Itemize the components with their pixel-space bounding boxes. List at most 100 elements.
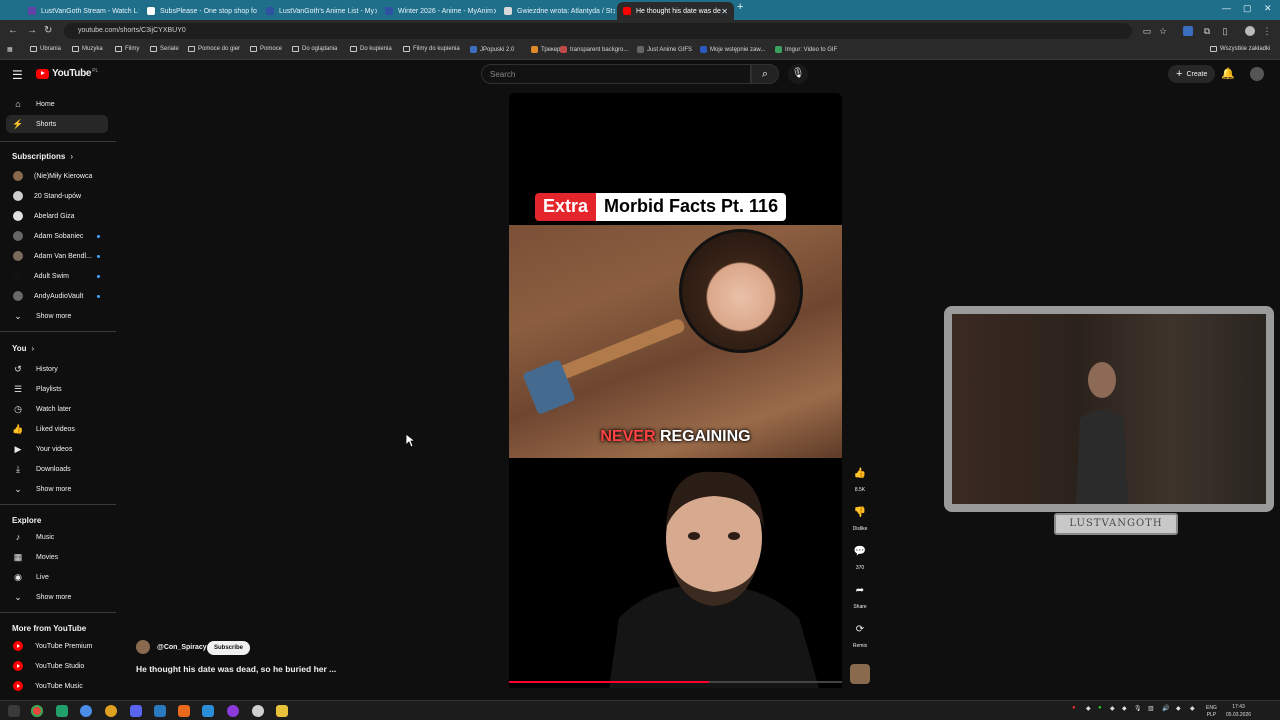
tray-icon[interactable]: ◆ — [1122, 705, 1127, 712]
sidebar-item[interactable]: ⚡ Shorts — [6, 115, 108, 133]
vlc-icon[interactable] — [178, 705, 190, 717]
browser-tab[interactable]: Gwiezdne wrota: Atlantyda / St✕ — [498, 2, 615, 20]
sound-avatar[interactable] — [848, 664, 872, 684]
star-icon[interactable]: ☆ — [1158, 26, 1168, 36]
apps-icon[interactable]: ▦ — [7, 46, 13, 53]
bookmark-item[interactable]: Filmy — [115, 46, 139, 52]
account-avatar[interactable] — [1250, 67, 1264, 81]
youtube-logo[interactable]: YouTube PL — [36, 68, 98, 79]
bookmark-item[interactable]: transparent backgro... — [560, 46, 628, 53]
subscribe-button[interactable]: Subscribe — [207, 641, 251, 655]
discord-icon[interactable] — [130, 705, 142, 717]
sidebar-item[interactable]: 20 Stand-upów — [6, 187, 108, 205]
search-input[interactable]: Search — [481, 64, 751, 84]
language-indicator[interactable]: ENG PLP — [1206, 705, 1217, 719]
short-title[interactable]: He thought his date was dead, so he buri… — [136, 664, 336, 674]
sidebar-item[interactable]: ◉ Live — [6, 568, 108, 586]
extension-icon[interactable] — [1183, 26, 1193, 36]
sidebar-item[interactable]: ⌄ Show more — [6, 480, 108, 498]
bookmark-item[interactable]: Imgur: Video to GIF — [775, 46, 837, 53]
comments-button[interactable]: 💬 370 — [848, 542, 872, 571]
bookmark-item[interactable]: Pomoce do gier — [188, 46, 240, 52]
remix-button[interactable]: ⟳ Remix — [848, 620, 872, 649]
sidebar-item[interactable]: ▶ Your videos — [6, 440, 108, 458]
microphone-tray-icon[interactable]: 🎙 — [1134, 705, 1142, 712]
sidebar-item[interactable]: Adam Van Bendl... — [6, 247, 108, 265]
close-tab-icon[interactable]: ✕ — [257, 7, 258, 16]
bookmark-item[interactable]: Трекер — [531, 46, 560, 53]
new-tab-button[interactable]: + — [737, 1, 743, 13]
sidebar-item[interactable]: AndyAudioVault — [6, 287, 108, 305]
obs-icon[interactable] — [252, 705, 264, 717]
tray-icon[interactable]: ◆ — [1176, 705, 1181, 712]
all-bookmarks[interactable]: Wszystkie zakładki — [1210, 46, 1270, 52]
sidebar-item[interactable]: Adult Swim — [6, 267, 108, 285]
telegram-icon[interactable] — [202, 705, 214, 717]
sidebar-item[interactable]: ◷ Watch later — [6, 400, 108, 418]
like-button[interactable]: 👍 8.5K — [848, 464, 872, 493]
hamburger-menu-icon[interactable]: ☰ — [12, 68, 23, 82]
tray-icon[interactable]: ◆ — [1190, 705, 1195, 712]
app2-icon[interactable] — [105, 705, 117, 717]
notifications-bell-icon[interactable]: 🔔 — [1221, 67, 1235, 80]
extensions-icon[interactable]: ⧉ — [1202, 26, 1212, 36]
forward-icon[interactable]: → — [27, 25, 37, 36]
bookmark-item[interactable]: Muzyka — [72, 46, 103, 52]
close-tab-icon[interactable]: ✕ — [612, 7, 615, 16]
voice-search-button[interactable]: 🎙 — [788, 64, 808, 84]
bookmark-item[interactable]: Do oglądania — [292, 46, 337, 52]
app3-icon[interactable] — [154, 705, 166, 717]
network-icon[interactable]: ▥ — [1148, 705, 1154, 712]
browser-tab[interactable]: LustVanGoth's Anime List - My✕ — [260, 2, 377, 20]
sidebar-item[interactable]: Adam Sobaniec — [6, 227, 108, 245]
sidebar-item[interactable]: (Nie)Miły Kierowca — [6, 167, 108, 185]
close-tab-icon[interactable]: ✕ — [138, 7, 140, 16]
bookmark-item[interactable]: Pomoce — [250, 46, 282, 52]
profile-icon[interactable] — [1245, 26, 1255, 36]
reload-icon[interactable]: ↻ — [44, 25, 52, 36]
back-icon[interactable]: ← — [8, 25, 18, 36]
install-icon[interactable]: ▭ — [1142, 26, 1152, 36]
bookmark-item[interactable]: Seriale — [150, 46, 179, 52]
clock[interactable]: 17:43 05.03.2026 — [1226, 703, 1251, 719]
bookmark-item[interactable]: Ubrania — [30, 46, 61, 52]
tray-icon[interactable]: ◆ — [1086, 705, 1091, 712]
tray-icon[interactable]: ● — [1098, 705, 1102, 711]
channel-avatar[interactable] — [136, 640, 150, 654]
short-video-player[interactable]: Extra Morbid Facts Pt. 116 NEVER REGAINI… — [509, 93, 842, 688]
volume-icon[interactable]: 🔊 — [1162, 705, 1169, 712]
sidebar-item[interactable]: ☰ Playlists — [6, 380, 108, 398]
maximize-icon[interactable]: ▢ — [1243, 3, 1252, 14]
browser-tab[interactable]: LustVanGoth Stream - Watch L✕ — [22, 2, 139, 20]
share-button[interactable]: ➦ Share — [848, 581, 872, 610]
sidebar-item[interactable]: ⌄ Show more — [6, 588, 108, 606]
app4-icon[interactable] — [227, 705, 239, 717]
sidebar-item[interactable]: ⌄ Show more — [6, 307, 108, 325]
sidebar-item[interactable]: ↺ History — [6, 360, 108, 378]
browser-tab[interactable]: Winter 2026 - Anime - MyAnim✕ — [379, 2, 496, 20]
close-tab-icon[interactable]: ✕ — [721, 7, 728, 16]
tray-icon[interactable]: ● — [1072, 705, 1076, 711]
browser-icon[interactable] — [80, 705, 92, 717]
minimize-icon[interactable]: — — [1222, 3, 1231, 13]
bookmark-item[interactable]: JPopuski 2.0 — [470, 46, 514, 53]
create-button[interactable]: + Create — [1168, 65, 1216, 83]
sidebar-item[interactable]: ▦ Movies — [6, 548, 108, 566]
browser-menu-icon[interactable]: ⋮ — [1262, 26, 1272, 36]
sidebar-item[interactable]: ⤓ Downloads — [6, 460, 108, 478]
explorer-icon[interactable] — [276, 705, 288, 717]
close-tab-icon[interactable]: ✕ — [493, 7, 496, 16]
chrome-icon[interactable] — [31, 705, 43, 717]
sidebar-item[interactable]: YouTube Premium — [6, 637, 108, 655]
browser-tab[interactable]: SubsPlease - One stop shop fo✕ — [141, 2, 258, 20]
browser-tab[interactable]: He thought his date was de ✕ — [617, 2, 734, 20]
progress-bar[interactable] — [509, 681, 842, 683]
sidebar-icon[interactable]: ▯ — [1220, 26, 1230, 36]
dislike-button[interactable]: 👎 Dislike — [848, 503, 872, 532]
close-tab-icon[interactable]: ✕ — [374, 7, 377, 16]
channel-name[interactable]: @Con_Spiracy — [157, 644, 207, 651]
search-button[interactable]: ⌕ — [751, 64, 779, 84]
sidebar-item[interactable]: Abelard Giza — [6, 207, 108, 225]
tray-icon[interactable]: ◆ — [1110, 705, 1115, 712]
bookmark-item[interactable]: Moje wstępnie zaw... — [700, 46, 765, 53]
